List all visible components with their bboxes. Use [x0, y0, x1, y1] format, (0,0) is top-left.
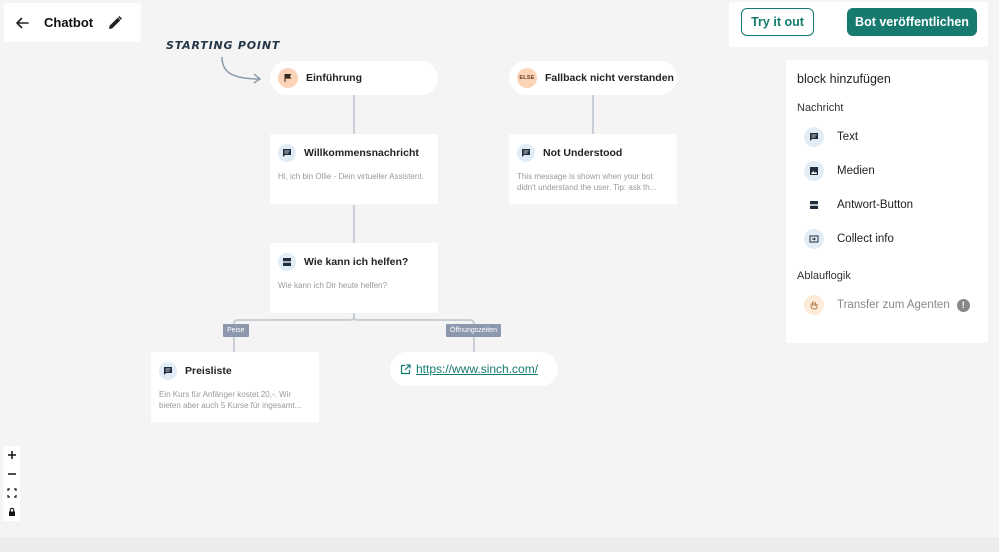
start-node[interactable]: Einführung [270, 61, 438, 95]
block-item-answer-button[interactable]: Antwort-Button [804, 188, 977, 222]
button-icon [804, 195, 824, 215]
panel-title: block hinzufügen [797, 72, 891, 86]
link-url[interactable]: https://www.sinch.com/ [416, 362, 538, 376]
node-text: This message is shown when your bot didn… [517, 172, 657, 192]
lock-icon[interactable] [3, 503, 20, 521]
flag-icon [278, 68, 298, 88]
bottom-bar [0, 537, 999, 552]
node-text: Wie kann ich Dir heute helfen? [278, 281, 387, 290]
start-node-label: Einführung [306, 72, 362, 84]
fallback-node[interactable]: ELSE Fallback nicht verstanden [509, 61, 677, 95]
message-icon [159, 362, 177, 380]
zoom-in-button[interactable] [3, 446, 20, 464]
message-node-welcome[interactable]: Willkommensnachricht Hi, ich bin Ollie -… [270, 134, 438, 204]
else-badge: ELSE [517, 68, 537, 88]
section-title-message: Nachricht [797, 102, 844, 114]
block-item-label: Transfer zum Agenten [837, 299, 950, 311]
node-title: Wie kann ich helfen? [304, 256, 409, 268]
message-icon [804, 127, 824, 147]
block-item-label: Collect info [837, 233, 894, 245]
info-icon[interactable]: ! [956, 298, 970, 312]
block-item-collect-info[interactable]: Collect info [804, 222, 977, 256]
block-item-label: Text [837, 131, 859, 143]
hand-icon [804, 295, 824, 315]
edge-label-opening-hours[interactable]: Öffnungszeiten [446, 324, 501, 337]
block-item-label: Medien [837, 165, 875, 177]
add-block-panel: block hinzufügen Nachricht Text Medien A… [786, 60, 988, 343]
node-text: Hi, ich bin Ollie - Dein virtueller Assi… [278, 172, 424, 181]
message-node-price-list[interactable]: Preisliste Ein Kurs für Anfänger kostet … [151, 352, 319, 422]
node-text: Ein Kurs für Anfänger kostet 20,-. Wir b… [159, 390, 302, 410]
node-title: Not Understood [543, 147, 623, 159]
node-title: Preisliste [185, 365, 232, 377]
button-node-help[interactable]: Wie kann ich helfen? Wie kann ich Dir he… [270, 243, 438, 313]
message-icon [517, 144, 535, 162]
node-title: Willkommensnachricht [304, 147, 419, 159]
block-item-transfer-agent[interactable]: Transfer zum Agenten ! [804, 288, 977, 322]
message-node-not-understood[interactable]: Not Understood This message is shown whe… [509, 134, 677, 204]
block-item-text[interactable]: Text [804, 120, 977, 154]
external-link-icon [400, 363, 411, 374]
button-icon [278, 253, 296, 271]
fallback-node-label: Fallback nicht verstanden [545, 72, 674, 84]
block-item-label: Antwort-Button [837, 199, 914, 211]
section-title-flow-logic: Ablauflogik [797, 270, 851, 282]
image-icon [804, 161, 824, 181]
zoom-out-button[interactable] [3, 465, 20, 483]
zoom-controls [3, 446, 20, 521]
block-item-media[interactable]: Medien [804, 154, 977, 188]
edge-label-prices[interactable]: Peise [223, 324, 249, 337]
fit-view-icon[interactable] [3, 484, 20, 502]
input-icon [804, 229, 824, 249]
message-icon [278, 144, 296, 162]
link-node[interactable]: https://www.sinch.com/ [390, 352, 558, 386]
